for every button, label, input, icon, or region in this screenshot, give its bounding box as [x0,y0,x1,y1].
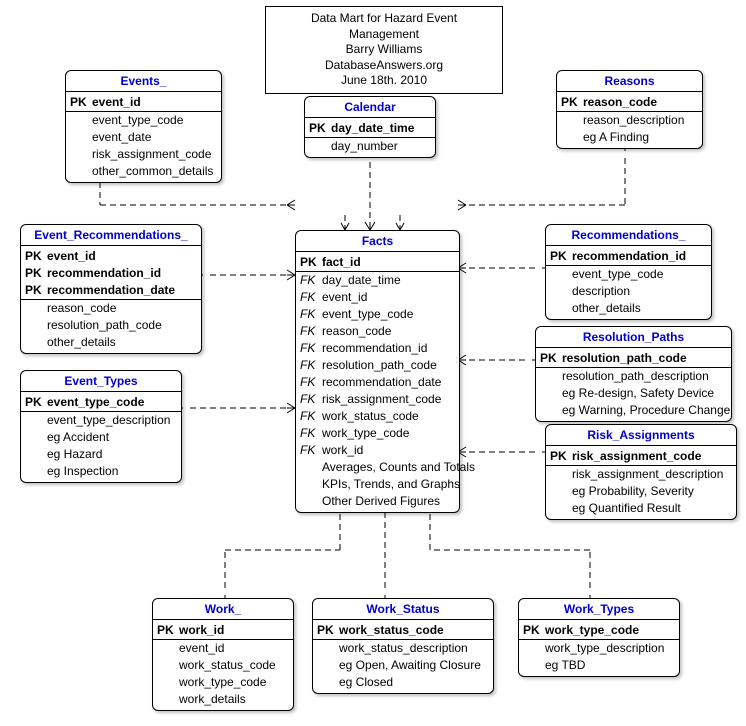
title-line-2: Barry Williams [276,42,492,58]
diagram-title-box: Data Mart for Hazard Event Management Ba… [265,6,503,94]
entity-work: Work_ PKwork_id event_id work_status_cod… [152,598,294,711]
entity-calendar: Calendar PKday_date_time day_number [304,96,436,158]
title-line-4: June 18th. 2010 [276,73,492,89]
entity-resolution-paths: Resolution_Paths PKresolution_path_code … [535,326,732,422]
entity-work-status: Work_Status PKwork_status_code work_stat… [312,598,494,694]
title-line-3: DatabaseAnswers.org [276,58,492,74]
entity-facts: Facts PKfact_id FKday_date_time FKevent_… [295,230,460,513]
entity-event-types: Event_Types PKevent_type_code event_type… [20,370,182,483]
entity-recommendations: Recommendations_ PKrecommendation_id eve… [545,224,712,320]
entity-work-types: Work_Types PKwork_type_code work_type_de… [518,598,680,677]
entity-events: Events_ PKevent_id event_type_code event… [65,70,222,183]
entity-title: Calendar [305,97,435,118]
entity-reasons: Reasons PKreason_code reason_description… [556,70,703,149]
entity-event-recommendations: Event_Recommendations_ PKevent_id PKreco… [20,224,202,354]
title-line-1: Data Mart for Hazard Event Management [276,11,492,42]
entity-risk-assignments: Risk_Assignments PKrisk_assignment_code … [545,424,737,520]
entity-title: Events_ [66,71,221,92]
entity-body: PKevent_id event_type_code event_date ri… [66,92,221,182]
